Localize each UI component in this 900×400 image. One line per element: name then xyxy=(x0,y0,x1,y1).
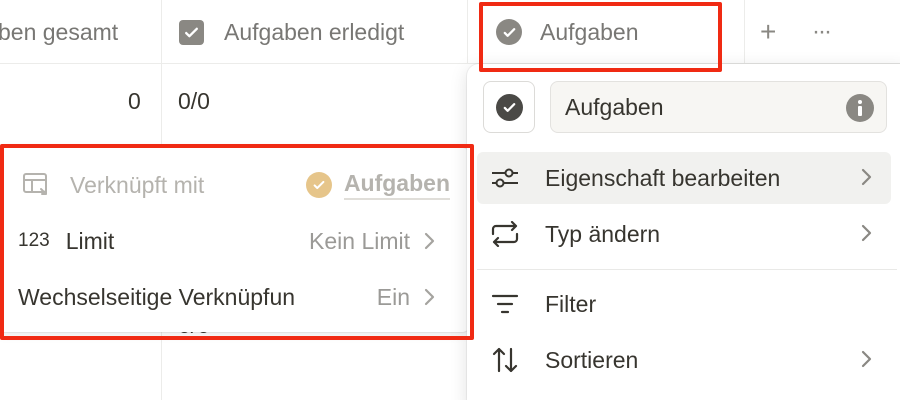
property-name-input[interactable]: Aufgaben xyxy=(550,81,887,133)
relation-check-icon xyxy=(496,19,522,45)
more-options-button[interactable]: ··· xyxy=(812,14,832,50)
column-header-label: ben gesamt xyxy=(0,18,119,45)
column-divider[interactable] xyxy=(467,0,468,64)
chevron-right-icon xyxy=(861,223,873,243)
info-icon[interactable] xyxy=(846,94,874,122)
chevron-right-icon xyxy=(424,231,436,251)
menu-divider xyxy=(477,269,897,270)
cell-done[interactable]: 0/0 xyxy=(178,88,210,115)
limit-row[interactable]: 123 Limit Kein Limit xyxy=(0,214,470,268)
column-header-label: Aufgaben erledigt xyxy=(224,18,405,45)
column-header-done[interactable]: Aufgaben erledigt xyxy=(179,0,404,64)
cell-total[interactable]: 0 xyxy=(128,88,141,115)
checkbox-icon xyxy=(179,19,204,45)
menu-item-sort[interactable]: Sortieren xyxy=(477,334,891,386)
add-column-button[interactable]: + xyxy=(760,14,776,50)
linked-database-row[interactable]: Verknüpft mit Aufgaben xyxy=(0,158,470,212)
filter-icon xyxy=(487,293,523,315)
swap-arrows-icon xyxy=(487,221,523,247)
linked-label: Verknüpft mit xyxy=(70,171,205,198)
chevron-right-icon xyxy=(424,287,436,307)
number-type-icon: 123 xyxy=(18,230,50,251)
linked-database-value: Aufgaben xyxy=(305,170,450,200)
column-header-total[interactable]: ben gesamt xyxy=(0,0,118,64)
mutual-link-value: Ein xyxy=(377,284,436,311)
mutual-link-row[interactable]: Wechselseitige Verknüpfun Ein xyxy=(0,270,470,324)
column-divider[interactable] xyxy=(744,0,745,64)
chevron-right-icon xyxy=(861,167,873,187)
table-link-icon xyxy=(22,171,52,199)
sort-arrows-icon xyxy=(487,346,523,374)
property-menu: Aufgaben Eigenschaft bearbeiten Typ ände… xyxy=(467,64,900,400)
column-header-aufgaben[interactable]: Aufgaben xyxy=(496,0,638,64)
menu-item-filter[interactable]: Filter xyxy=(477,278,891,330)
limit-value: Kein Limit xyxy=(309,228,436,255)
menu-item-change-type[interactable]: Typ ändern xyxy=(477,208,891,260)
relation-check-icon xyxy=(305,172,332,198)
relation-settings-popup: Verknüpft mit Aufgaben 123 Limit Kein Li… xyxy=(0,148,470,332)
column-header-label: Aufgaben xyxy=(540,18,639,45)
relation-check-icon xyxy=(495,93,523,121)
limit-label: Limit xyxy=(65,227,115,254)
sliders-icon xyxy=(487,166,523,190)
chevron-right-icon xyxy=(861,349,873,369)
mutual-link-label: Wechselseitige Verknüpfun xyxy=(18,283,296,310)
menu-item-edit-property[interactable]: Eigenschaft bearbeiten xyxy=(477,152,891,204)
property-icon-button[interactable] xyxy=(483,81,535,133)
